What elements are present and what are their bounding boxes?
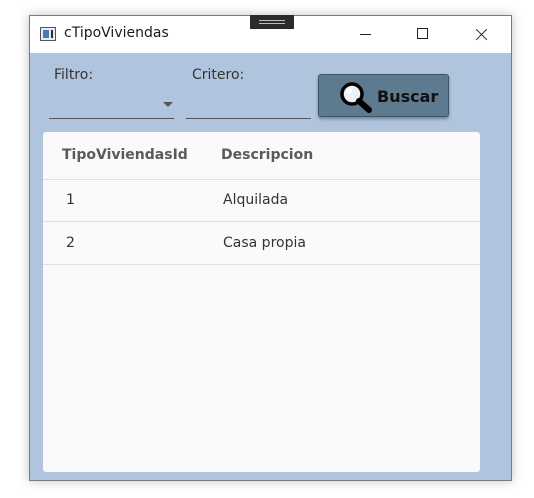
cell-descripcion: Alquilada <box>223 192 289 208</box>
filtro-label: Filtro: <box>54 67 94 83</box>
search-icon <box>340 82 372 113</box>
column-header-tipoviviendasid[interactable]: TipoViviendasId <box>62 147 188 163</box>
window-title: cTipoViviendas <box>64 25 169 41</box>
cell-tipoviviendasid: 1 <box>66 192 75 208</box>
drag-handle[interactable] <box>250 15 294 29</box>
close-button[interactable] <box>452 16 510 53</box>
app-window: cTipoViviendas Filtro: Critero: Buscar T… <box>29 15 512 481</box>
buscar-button-label: Buscar <box>377 87 439 106</box>
criterio-input[interactable] <box>186 92 311 119</box>
criterio-label: Critero: <box>192 67 245 83</box>
chevron-down-icon[interactable] <box>163 102 173 107</box>
cell-tipoviviendasid: 2 <box>66 235 75 251</box>
filtro-dropdown[interactable] <box>49 92 174 119</box>
minimize-button[interactable] <box>336 16 394 53</box>
table-row[interactable]: 1 Alquilada <box>43 179 480 222</box>
column-header-descripcion[interactable]: Descripcion <box>221 147 313 163</box>
table-row[interactable]: 2 Casa propia <box>43 222 480 265</box>
buscar-button[interactable]: Buscar <box>318 74 449 117</box>
tipo-viviendas-grid[interactable]: TipoViviendasId Descripcion 1 Alquilada … <box>43 132 480 472</box>
cell-descripcion: Casa propia <box>223 235 306 251</box>
app-window-icon <box>40 27 56 41</box>
title-bar[interactable]: cTipoViviendas <box>30 15 511 53</box>
grid-header-row: TipoViviendasId Descripcion <box>43 132 480 180</box>
maximize-button[interactable] <box>394 16 452 53</box>
